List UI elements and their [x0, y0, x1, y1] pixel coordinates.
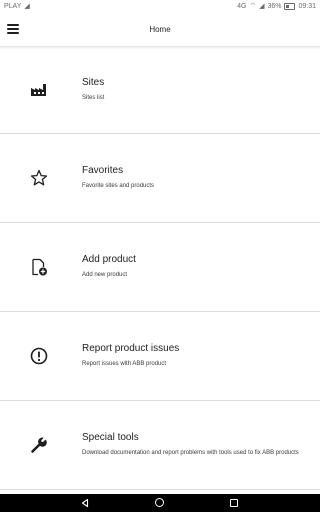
menu-item-sites[interactable]: Sites Sites list: [0, 46, 320, 134]
app-bar: Home: [0, 13, 320, 47]
menu-item-title: Sites: [82, 77, 105, 88]
battery-icon: [284, 3, 296, 10]
menu-item-special-tools[interactable]: Special tools Download documentation and…: [0, 401, 320, 490]
menu-item-title: Add product: [82, 254, 136, 265]
star-icon: [30, 169, 48, 186]
status-time: 09:31: [298, 3, 316, 10]
factory-icon: [31, 84, 46, 96]
cell-signal-icon: ◢: [259, 3, 265, 10]
signal-icon: ◢: [24, 3, 30, 10]
back-triangle-icon[interactable]: [80, 498, 90, 508]
menu-item-description: Add new product: [82, 272, 128, 278]
page-title: Home: [149, 25, 171, 34]
menu-line: [7, 32, 19, 34]
add-document-icon: [32, 258, 47, 276]
network-4g-icon: 4G: [237, 3, 247, 10]
menu-item-favorites[interactable]: Favorites Favorite sites and products: [0, 134, 320, 223]
menu-line: [7, 24, 19, 26]
menu-item-description: Favorite sites and products: [82, 183, 155, 189]
menu-line: [7, 28, 19, 30]
home-circle-icon[interactable]: [155, 498, 164, 507]
menu-item-description: Sites list: [82, 95, 105, 101]
menu-item-title: Report product issues: [82, 343, 180, 354]
alert-circle-icon: [30, 347, 48, 365]
system-nav-bar: [0, 494, 320, 512]
status-right: 4G ⌔ ◢ 36% 09:31: [237, 3, 316, 10]
hamburger-menu-icon[interactable]: [7, 23, 19, 35]
wifi-icon: ⌔: [249, 3, 257, 10]
status-bar: PLAY ◢ 4G ⌔ ◢ 36% 09:31: [0, 0, 320, 13]
menu-item-add-product[interactable]: Add product Add new product: [0, 223, 320, 312]
menu-item-report-issues[interactable]: Report product issues Report issues with…: [0, 312, 320, 401]
menu-item-title: Favorites: [82, 165, 124, 176]
status-left: PLAY ◢: [4, 3, 30, 10]
menu-item-description: Report issues with ABB product: [82, 361, 167, 367]
wrench-icon: [31, 437, 47, 453]
menu-item-title: Special tools: [82, 432, 139, 443]
recents-square-icon[interactable]: [230, 499, 238, 507]
menu-item-description: Download documentation and report proble…: [82, 450, 299, 456]
battery-percent: 36%: [267, 3, 282, 10]
carrier-label: PLAY: [4, 3, 22, 10]
home-menu-list: Sites Sites list Favorites Favorite site…: [0, 46, 320, 490]
